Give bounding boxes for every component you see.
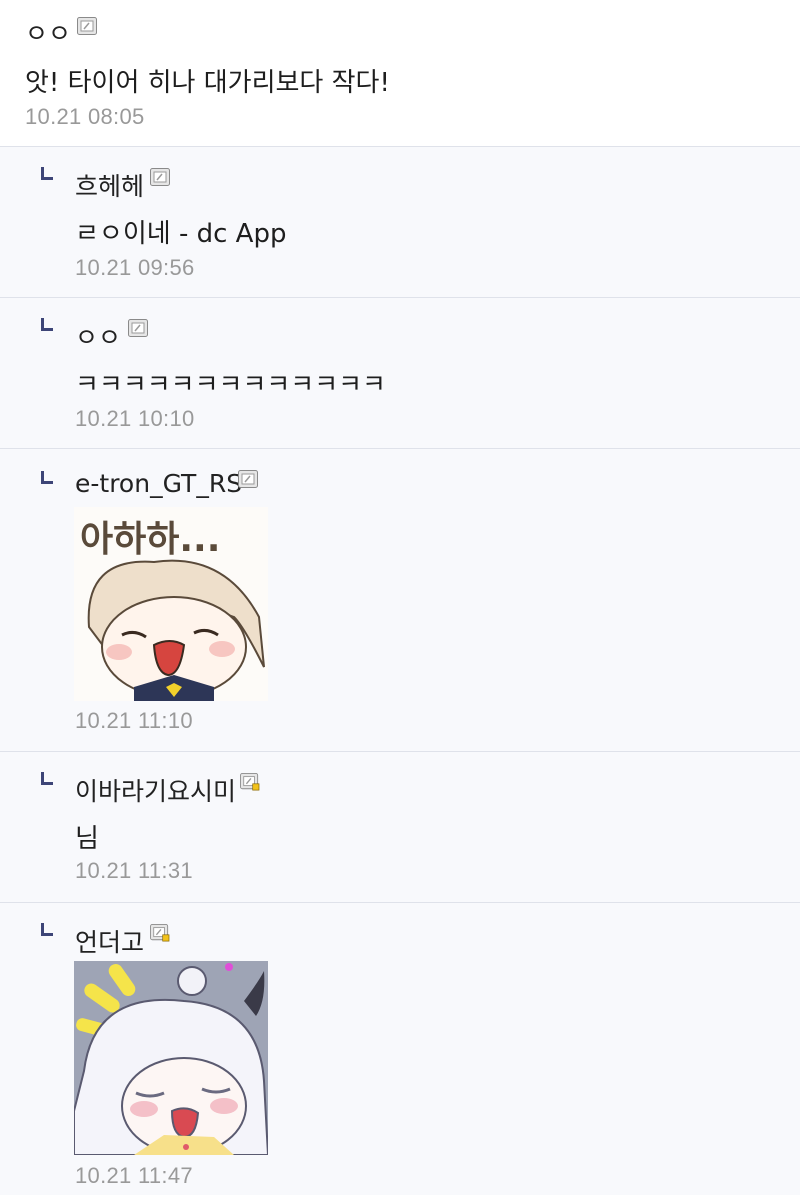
gallog-icon[interactable]: [77, 17, 97, 35]
reply-timestamp: 10.21 11:10: [75, 708, 193, 733]
fixed-member-gallog-icon[interactable]: [240, 773, 260, 791]
dccon-sticker-image[interactable]: [74, 961, 268, 1155]
comment-text: 앗! 타이어 히나 대가리보다 작다!: [25, 68, 390, 98]
reply-nickname[interactable]: ㅇㅇ: [75, 318, 121, 354]
dccon-sticker-image[interactable]: 아하하...: [74, 507, 268, 701]
fixed-member-gallog-icon[interactable]: [150, 924, 170, 942]
reply-item: 언더고 10.21 11:47: [0, 903, 800, 1195]
reply-nickname[interactable]: 언더고: [75, 923, 144, 959]
comment-nickname[interactable]: ㅇㅇ: [25, 14, 71, 50]
reply-timestamp: 10.21 10:10: [75, 406, 195, 431]
reply-nickname[interactable]: 흐헤헤: [75, 167, 144, 203]
comment-item: ㅇㅇ 앗! 타이어 히나 대가리보다 작다! 10.21 08:05: [0, 0, 800, 147]
reply-nickname[interactable]: 이바라기요시미: [75, 772, 236, 808]
reply-timestamp: 10.21 11:31: [75, 858, 193, 883]
gallog-icon[interactable]: [128, 319, 148, 337]
reply-timestamp: 10.21 11:47: [75, 1163, 193, 1188]
reply-arrow-icon: [41, 471, 53, 484]
reply-arrow-icon: [41, 772, 53, 785]
reply-arrow-icon: [41, 318, 53, 331]
gallog-icon[interactable]: [238, 470, 258, 488]
reply-arrow-icon: [41, 167, 53, 180]
reply-text: ㅋㅋㅋㅋㅋㅋㅋㅋㅋㅋㅋㅋㅋ: [75, 370, 386, 400]
comment-timestamp: 10.21 08:05: [25, 104, 145, 129]
reply-timestamp: 10.21 09:56: [75, 255, 195, 280]
reply-item: 이바라기요시미 님 10.21 11:31: [0, 752, 800, 903]
sticker-caption: 아하하...: [80, 519, 220, 560]
gallog-icon[interactable]: [150, 168, 170, 186]
reply-item: 흐헤헤 ㄹㅇ이네 - dc App 10.21 09:56: [0, 147, 800, 298]
reply-text: 님: [75, 824, 99, 854]
reply-nickname[interactable]: e-tron_GT_RS: [75, 469, 242, 498]
reply-item: ㅇㅇ ㅋㅋㅋㅋㅋㅋㅋㅋㅋㅋㅋㅋㅋ 10.21 10:10: [0, 298, 800, 449]
reply-item: e-tron_GT_RS 아하하... 10.21 11:10: [0, 449, 800, 752]
reply-text: ㄹㅇ이네 - dc App: [75, 219, 287, 249]
reply-arrow-icon: [41, 923, 53, 936]
